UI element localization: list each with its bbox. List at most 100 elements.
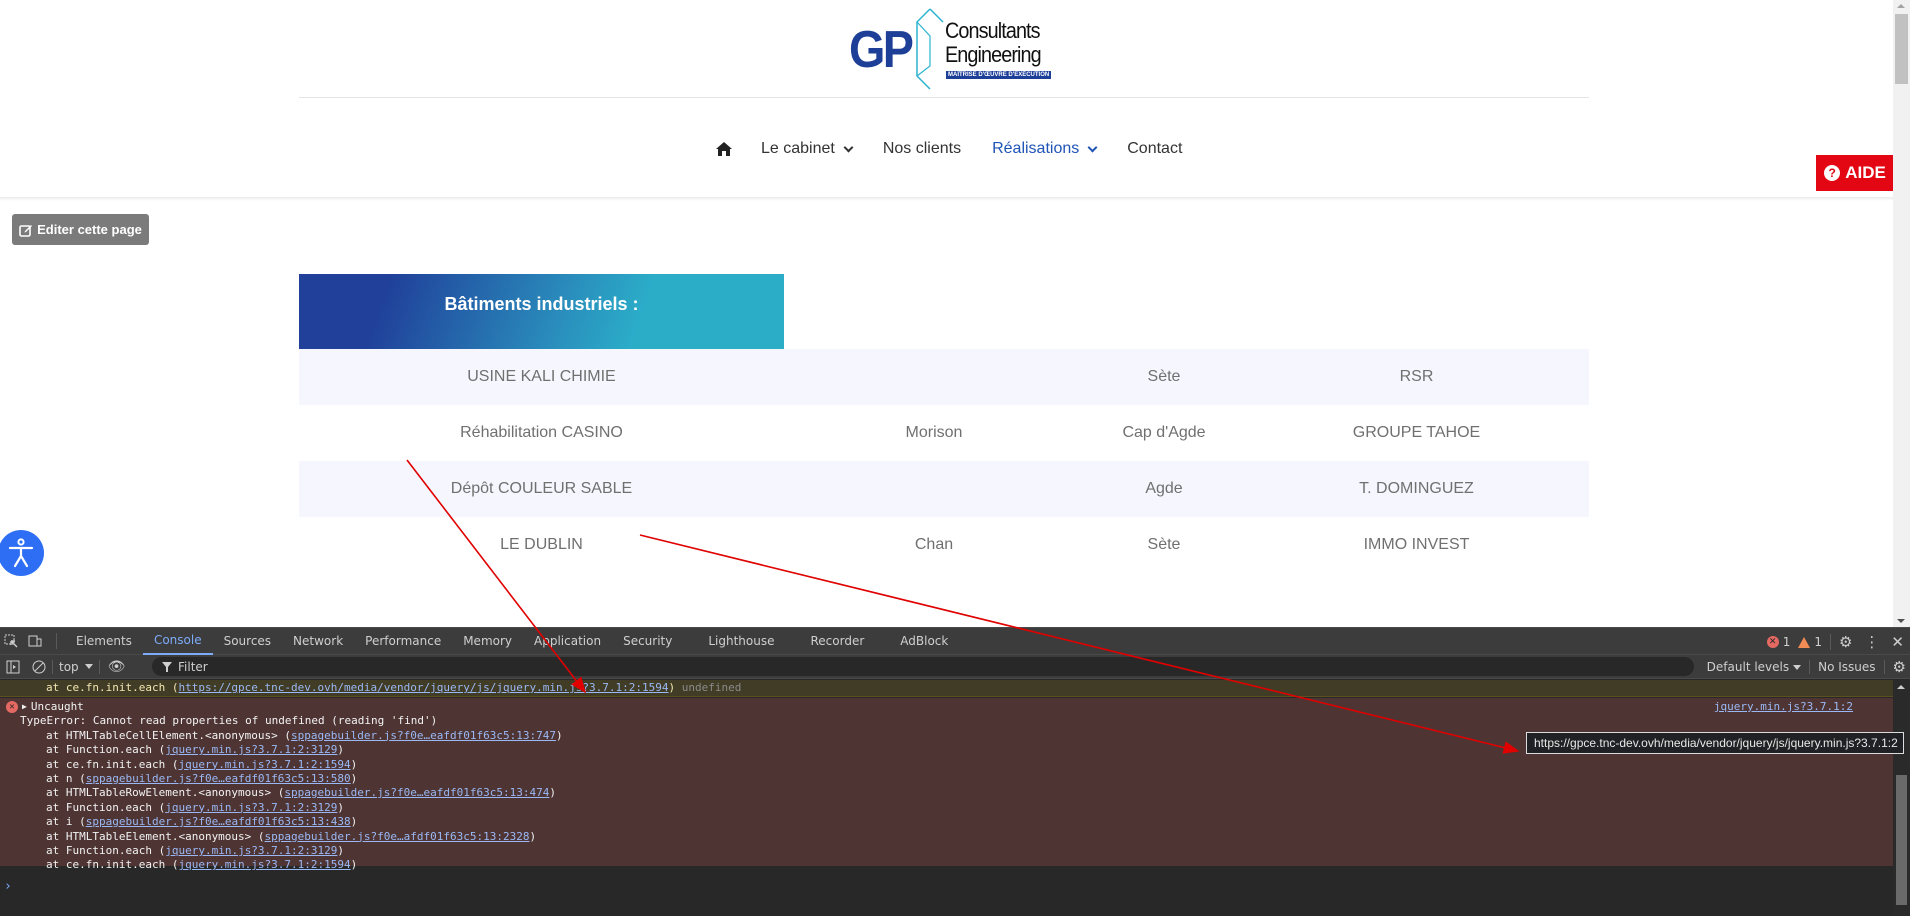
stack-frame-close: ) xyxy=(668,681,676,694)
devtools-tab-application[interactable]: Application xyxy=(523,627,612,655)
logo-line1: Consultants xyxy=(945,18,1041,43)
filter-input[interactable]: Filter xyxy=(152,657,1694,676)
page-scrollbar[interactable] xyxy=(1893,0,1910,627)
home-icon[interactable] xyxy=(715,141,733,157)
stack-frame-fn: at n ( xyxy=(46,771,86,785)
error-message: TypeError: Cannot read properties of und… xyxy=(20,714,438,728)
web-page: GP Consultants Engineering MAÎTRISE D'ŒU… xyxy=(0,0,1893,627)
error-header[interactable]: ✕ ▶ Uncaught xyxy=(0,700,1893,714)
table-cell xyxy=(784,349,1084,405)
warning-count-badge[interactable]: 1 xyxy=(1798,635,1822,649)
source-link[interactable]: jquery.min.js?3.7.1:2:3129 xyxy=(165,844,337,857)
site-logo[interactable]: GP Consultants Engineering MAÎTRISE D'ŒU… xyxy=(849,8,1052,91)
error-source-link[interactable]: jquery.min.js?3.7.1:2 xyxy=(1714,700,1853,714)
nav-item-le-cabinet[interactable]: Le cabinet xyxy=(761,140,854,158)
console-prompt[interactable]: › xyxy=(4,879,12,894)
table-cell: Agde xyxy=(1145,480,1183,497)
devtools-tab-security[interactable]: Security xyxy=(612,627,683,655)
devtools-panel: Elements Console Sources Network Performance… xyxy=(0,627,1910,916)
source-link[interactable]: jquery.min.js?3.7.1:2:3129 xyxy=(165,801,337,814)
source-link[interactable]: sppagebuilder.js?f0e…eafdf01f63c5:13:580 xyxy=(86,772,351,785)
scroll-thumb[interactable] xyxy=(1895,14,1908,84)
main-nav: Le cabinet Nos clients Réalisations Cont… xyxy=(715,138,1213,160)
scroll-thumb[interactable] xyxy=(1896,775,1907,905)
devtools-tab-console[interactable]: Console xyxy=(142,627,213,655)
source-link[interactable]: jquery.min.js?3.7.1:2:1594 xyxy=(178,758,350,771)
source-link[interactable]: sppagebuilder.js?f0e…eafdf01f63c5:13:747 xyxy=(291,729,556,742)
stack-frame-close: ) xyxy=(529,829,537,843)
error-header-label: Uncaught xyxy=(30,700,84,713)
dropdown-arrow-icon xyxy=(1793,664,1802,670)
logo-tagline: MAÎTRISE D'ŒUVRE D'EXÉCUTION xyxy=(946,71,1052,79)
console-settings-icon[interactable]: ⚙ xyxy=(1893,658,1906,676)
devtools-tab-elements[interactable]: Elements xyxy=(65,627,143,655)
nav-item-nos-clients[interactable]: Nos clients xyxy=(883,140,961,158)
stack-frame-fn: at HTMLTableRowElement.<anonymous> ( xyxy=(46,786,285,800)
stack-frame: at HTMLTableElement.<anonymous> (sppageb… xyxy=(0,830,1893,844)
stack-frame: at i (sppagebuilder.js?f0e…eafdf01f63c5:… xyxy=(0,815,1893,829)
devtools-tab-sources[interactable]: Sources xyxy=(213,627,282,655)
table-cell: Réhabilitation CASINO xyxy=(460,424,623,441)
stack-frame-close: ) xyxy=(555,728,563,742)
nav-item-contact[interactable]: Contact xyxy=(1127,140,1182,158)
logo-hexagon-icon xyxy=(916,8,944,90)
link-tooltip: https://gpce.tnc-dev.ovh/media/vendor/jq… xyxy=(1526,732,1904,754)
console-error-message: ✕ ▶ Uncaught jquery.min.js?3.7.1:2 TypeE… xyxy=(0,698,1893,871)
levels-label: Default levels xyxy=(1706,660,1790,674)
scroll-down-icon[interactable] xyxy=(1897,619,1905,623)
stack-frame: at HTMLTableRowElement.<anonymous> (sppa… xyxy=(0,786,1893,800)
inspect-element-icon[interactable] xyxy=(4,634,18,648)
settings-gear-icon[interactable]: ⚙ xyxy=(1839,633,1852,651)
nav-item-realisations[interactable]: Réalisations xyxy=(992,140,1098,158)
scroll-up-icon[interactable] xyxy=(1897,685,1905,689)
help-button-label: AIDE xyxy=(1845,163,1886,182)
issues-button[interactable]: No Issues xyxy=(1818,660,1875,674)
more-options-icon[interactable]: ⋮ xyxy=(1864,633,1879,651)
sidebar-toggle-icon[interactable] xyxy=(6,660,20,674)
devtools-tab-network[interactable]: Network xyxy=(282,627,354,655)
stack-frame-fn: at Function.each ( xyxy=(46,843,166,857)
stack-frame-close: ) xyxy=(337,743,345,757)
section-title: Bâtiments industriels : xyxy=(444,294,639,314)
chevron-down-icon xyxy=(1087,142,1098,152)
table-row: Réhabilitation CASINO Morison Cap d'Agde GR… xyxy=(299,405,1589,461)
table-cell: Sète xyxy=(1147,536,1181,553)
edit-page-button[interactable]: Editer cette page xyxy=(12,214,149,245)
log-levels-dropdown[interactable]: Default levels xyxy=(1706,660,1802,674)
eye-icon[interactable]: 👁 xyxy=(108,659,126,675)
error-count-badge[interactable]: ✕ 1 xyxy=(1766,635,1790,649)
devtools-tab-memory[interactable]: Memory xyxy=(452,627,523,655)
table-cell: IMMO INVEST xyxy=(1363,536,1470,553)
table-cell: T. DOMINGUEZ xyxy=(1359,480,1474,497)
source-link[interactable]: jquery.min.js?3.7.1:2:1594 xyxy=(178,858,350,871)
stack-frame-fn: at Function.each ( xyxy=(46,800,166,814)
source-link[interactable]: jquery.min.js?3.7.1:2:3129 xyxy=(165,743,337,756)
stack-frame-close: ) xyxy=(337,800,345,814)
stack-frame-close: ) xyxy=(350,815,358,829)
context-selector[interactable]: top xyxy=(53,660,99,674)
clear-console-icon[interactable] xyxy=(32,660,46,674)
devtools-tab-adblock[interactable]: AdBlock xyxy=(889,627,959,655)
expand-triangle-icon[interactable]: ▶ xyxy=(22,700,27,714)
accessibility-button[interactable] xyxy=(0,530,44,576)
nav-label: Nos clients xyxy=(882,140,962,157)
close-icon[interactable]: ✕ xyxy=(1891,633,1904,651)
devtools-tab-recorder[interactable]: Recorder xyxy=(800,627,876,655)
error-icon: ✕ xyxy=(1766,636,1779,648)
stack-frame-fn: at i ( xyxy=(46,815,86,829)
logo-line2: Engineering xyxy=(945,42,1042,67)
scroll-up-icon[interactable] xyxy=(1897,4,1905,8)
console-scrollbar[interactable] xyxy=(1893,680,1910,916)
help-button[interactable]: ? AIDE xyxy=(1816,155,1893,191)
stack-frame-close: ) xyxy=(350,757,358,771)
stack-frame: at ce.fn.init.each (jquery.min.js?3.7.1:… xyxy=(0,758,1893,772)
source-link[interactable]: https://gpce.tnc-dev.ovh/media/vendor/jq… xyxy=(178,681,668,694)
device-toolbar-icon[interactable] xyxy=(28,634,42,648)
edit-icon xyxy=(19,224,33,237)
devtools-tab-lighthouse[interactable]: Lighthouse xyxy=(697,627,785,655)
source-link[interactable]: sppagebuilder.js?f0e…eafdf01f63c5:13:438 xyxy=(86,815,351,828)
stack-frame: at Function.each (jquery.min.js?3.7.1:2:… xyxy=(0,844,1893,858)
source-link[interactable]: sppagebuilder.js?f0e…afdf01f63c5:13:2328 xyxy=(265,830,530,843)
devtools-tab-performance[interactable]: Performance xyxy=(354,627,452,655)
source-link[interactable]: sppagebuilder.js?f0e…eafdf01f63c5:13:474 xyxy=(284,786,549,799)
